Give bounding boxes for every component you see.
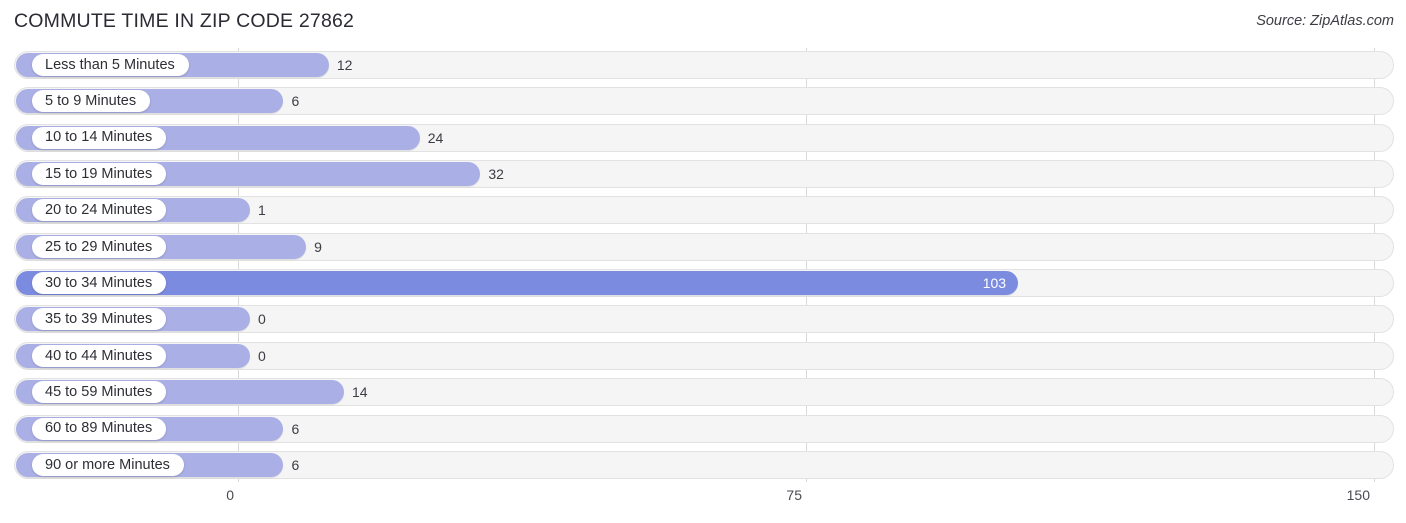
- value-label: 6: [291, 93, 300, 110]
- category-label: 30 to 34 Minutes: [45, 274, 153, 291]
- chart-header: COMMUTE TIME IN ZIP CODE 27862 Source: Z…: [0, 0, 1406, 46]
- value-label: 14: [352, 384, 368, 401]
- value-label: 32: [488, 166, 504, 183]
- table-row[interactable]: 25 to 29 Minutes 9: [14, 232, 1394, 261]
- category-label-pill: 60 to 89 Minutes: [32, 417, 167, 440]
- value-label: 24: [427, 129, 444, 146]
- table-row[interactable]: 20 to 24 Minutes 1: [14, 196, 1394, 225]
- x-axis: 0 75 150: [0, 483, 1406, 523]
- category-label: 90 or more Minutes: [45, 456, 170, 473]
- table-row[interactable]: 40 to 44 Minutes 0: [14, 341, 1394, 370]
- value-label: 9: [314, 238, 322, 255]
- table-row[interactable]: 35 to 39 Minutes 0: [14, 305, 1394, 334]
- category-label-pill: 40 to 44 Minutes: [32, 344, 167, 367]
- value-label: 0: [258, 347, 266, 364]
- category-label-pill: 35 to 39 Minutes: [32, 308, 167, 331]
- commute-time-bar-chart: COMMUTE TIME IN ZIP CODE 27862 Source: Z…: [0, 0, 1406, 523]
- value-label: 0: [258, 311, 266, 328]
- source-attribution: Source: ZipAtlas.com: [1256, 13, 1394, 29]
- category-label-pill: 45 to 59 Minutes: [32, 381, 167, 404]
- category-label: 20 to 24 Minutes: [45, 202, 153, 219]
- value-label: 1: [258, 202, 266, 219]
- table-row[interactable]: Less than 5 Minutes 12: [14, 51, 1394, 79]
- category-label: 40 to 44 Minutes: [45, 347, 153, 364]
- value-label: 6: [291, 420, 300, 437]
- table-row[interactable]: 15 to 19 Minutes 32: [14, 160, 1394, 189]
- category-label: 25 to 29 Minutes: [45, 238, 153, 255]
- value-label: 12: [336, 57, 353, 73]
- value-label: 6: [291, 456, 300, 473]
- category-label-pill: 20 to 24 Minutes: [32, 199, 167, 222]
- category-label: 60 to 89 Minutes: [45, 420, 153, 437]
- value-bar[interactable]: [16, 271, 1019, 296]
- category-label: 5 to 9 Minutes: [45, 93, 137, 110]
- category-label-pill: 30 to 34 Minutes: [32, 272, 167, 295]
- bar-rows: Less than 5 Minutes 12 5 to 9 Minutes 6 10 t…: [0, 46, 1406, 483]
- category-label-pill: 15 to 19 Minutes: [32, 163, 167, 186]
- category-label-pill: 90 or more Minutes: [32, 453, 184, 476]
- table-row[interactable]: 5 to 9 Minutes 6: [14, 87, 1394, 116]
- table-row[interactable]: 10 to 14 Minutes 24: [14, 123, 1394, 152]
- page-title: COMMUTE TIME IN ZIP CODE 27862: [14, 10, 355, 32]
- axis-tick-label: 0: [226, 487, 234, 503]
- category-label-pill: Less than 5 Minutes: [32, 54, 189, 76]
- category-label: 45 to 59 Minutes: [45, 383, 153, 400]
- category-label: 15 to 19 Minutes: [45, 165, 153, 182]
- category-label: 10 to 14 Minutes: [45, 129, 153, 146]
- axis-tick-label: 75: [786, 487, 802, 503]
- category-label-pill: 5 to 9 Minutes: [32, 90, 151, 113]
- table-row[interactable]: 90 or more Minutes 6: [14, 450, 1394, 479]
- category-label: Less than 5 Minutes: [45, 56, 175, 73]
- table-row[interactable]: 60 to 89 Minutes 6: [14, 414, 1394, 443]
- category-label: 35 to 39 Minutes: [45, 311, 153, 328]
- axis-tick-label: 150: [1346, 487, 1370, 503]
- table-row[interactable]: 30 to 34 Minutes 103: [14, 269, 1394, 298]
- value-label: 103: [982, 275, 1007, 292]
- table-row[interactable]: 45 to 59 Minutes 14: [14, 378, 1394, 407]
- category-label-pill: 25 to 29 Minutes: [32, 235, 167, 258]
- category-label-pill: 10 to 14 Minutes: [32, 126, 167, 149]
- plot-area: Less than 5 Minutes 12 5 to 9 Minutes 6 10 t…: [0, 46, 1406, 483]
